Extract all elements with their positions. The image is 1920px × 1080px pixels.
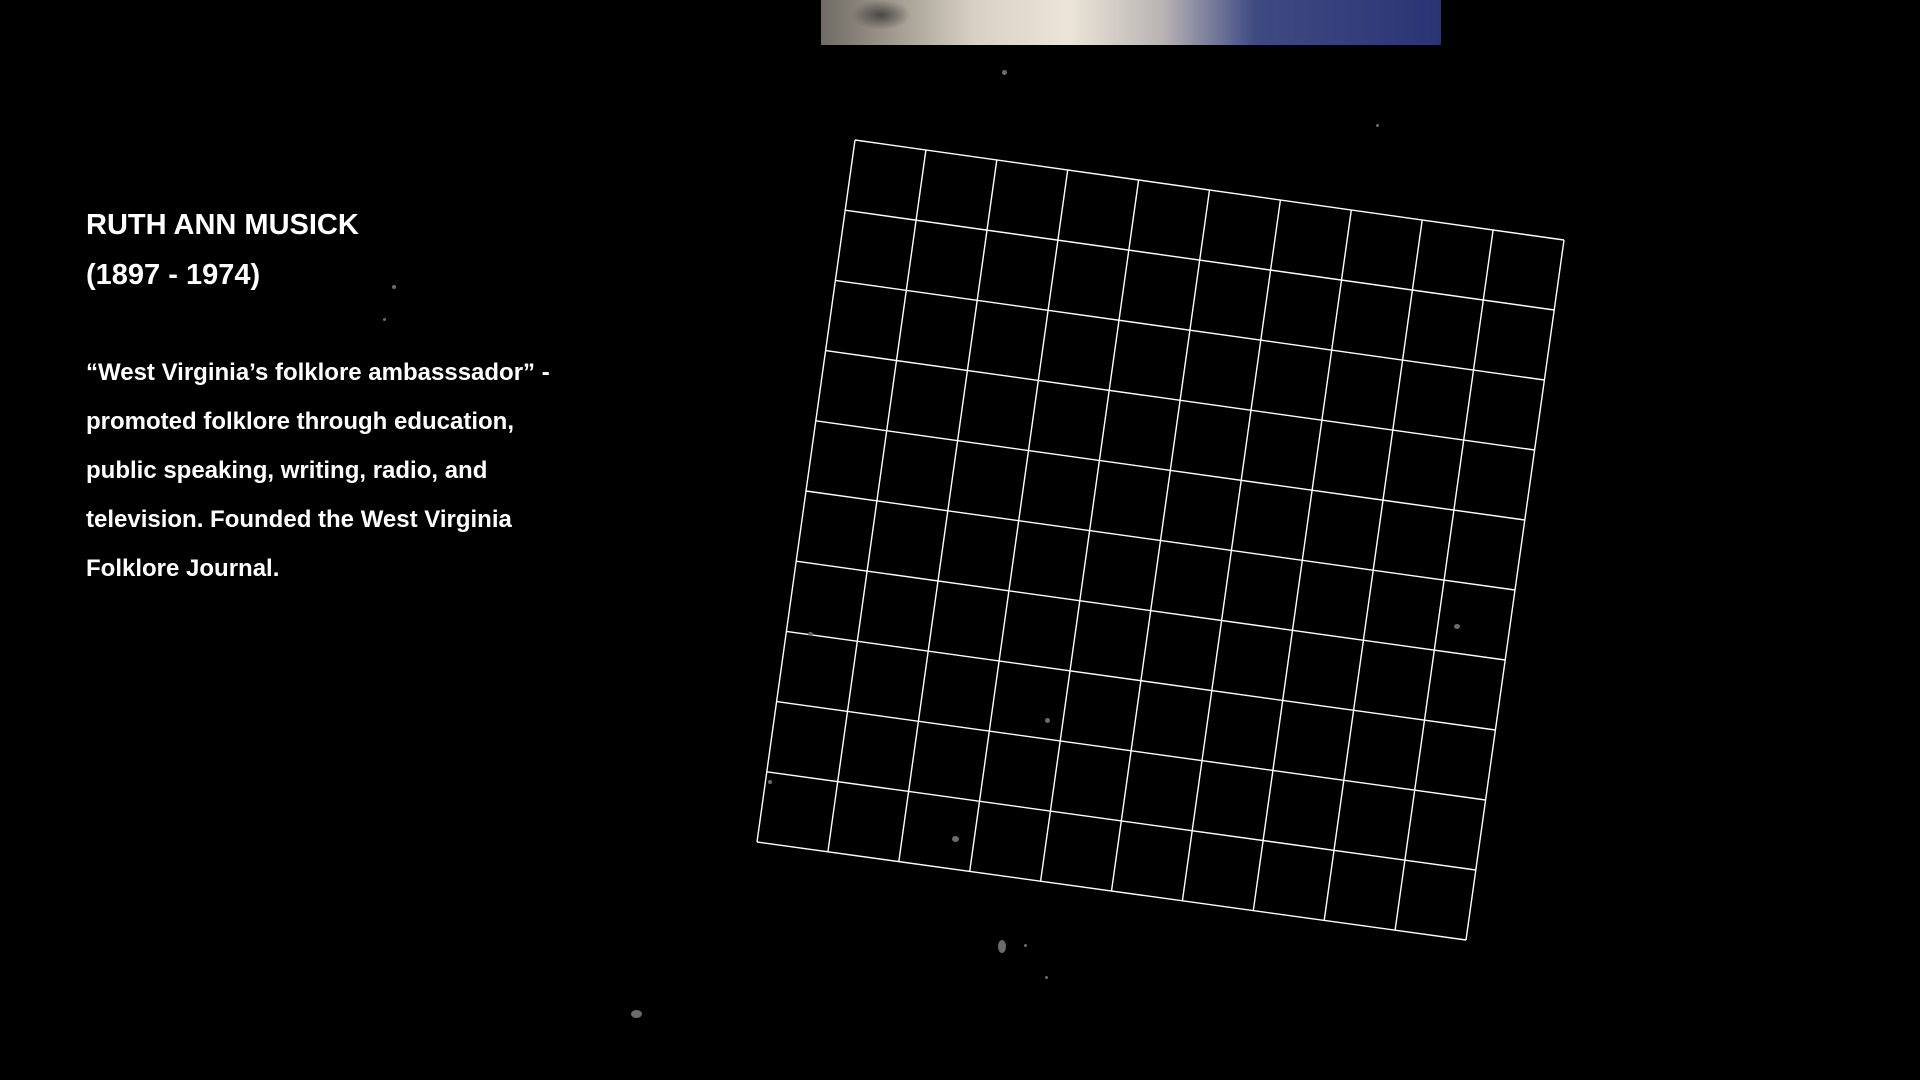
dust-speck [1024, 944, 1027, 947]
grid-line-horizontal [815, 420, 1525, 521]
grid-line-horizontal [854, 139, 1565, 241]
dust-speck [631, 1010, 642, 1018]
bio-years: (1897 - 1974) [86, 259, 261, 291]
dust-speck [1045, 718, 1050, 723]
dust-speck [392, 285, 396, 289]
top-photo-fragment [821, 0, 1441, 45]
dust-speck [998, 940, 1006, 953]
grid-line-vertical [1252, 209, 1352, 911]
dust-speck [1002, 70, 1007, 75]
dust-speck [1376, 124, 1379, 127]
grid-line-vertical [969, 169, 1069, 872]
dust-speck [808, 632, 813, 636]
grid-line-horizontal [796, 560, 1506, 661]
photo-smudge [851, 0, 911, 30]
grid-line-horizontal [786, 630, 1496, 731]
grid-line-horizontal [805, 490, 1516, 591]
grid-line-vertical [1465, 239, 1565, 941]
grid-line-horizontal [825, 349, 1535, 451]
grid-lines [756, 139, 1565, 941]
grid-line-vertical [1110, 189, 1211, 892]
grid-line-vertical [1394, 229, 1494, 931]
bio-text-block: RUTH ANN MUSICK (1897 - 1974) “West Virg… [86, 200, 626, 593]
grid-line-vertical [756, 139, 856, 843]
grid-line-vertical [1039, 179, 1140, 882]
grid-line-vertical [898, 159, 998, 862]
grid-line-horizontal [835, 279, 1545, 381]
grid-line-vertical [1323, 219, 1423, 921]
grid-line-vertical [827, 149, 927, 852]
grid-line-horizontal [845, 209, 1555, 311]
dust-speck [383, 318, 386, 321]
grid-line-vertical [1181, 199, 1282, 901]
bio-name: RUTH ANN MUSICK [86, 209, 359, 241]
grid-line-horizontal [756, 841, 1467, 941]
dust-speck [768, 780, 772, 784]
dust-speck [952, 836, 959, 842]
grid-line-horizontal [776, 700, 1486, 801]
grid-line-horizontal [766, 771, 1476, 871]
dust-speck [1045, 976, 1048, 979]
dust-speck [1454, 624, 1460, 629]
bio-description: “West Virginia’s folklore ambasssador” -… [86, 359, 550, 582]
